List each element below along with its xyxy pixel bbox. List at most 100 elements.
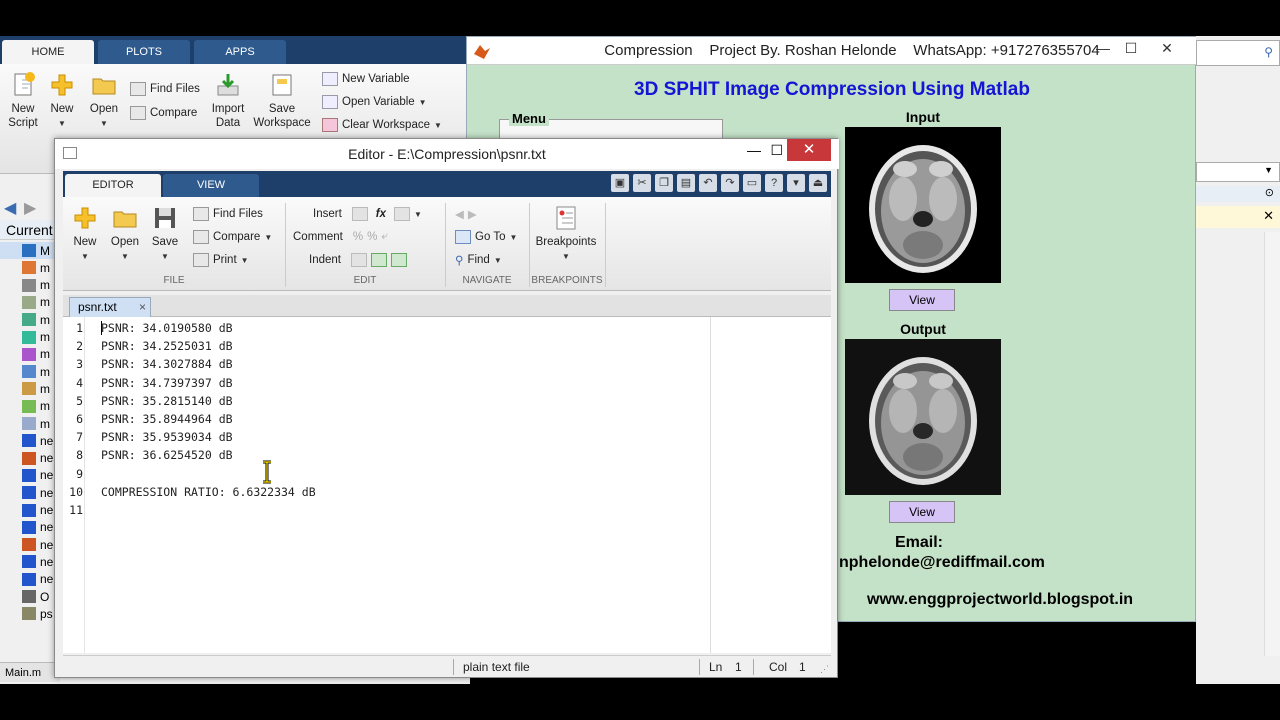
editor-title-bar: Editor - E:\Compression\psnr.txt — ☐ ✕ <box>55 139 839 169</box>
save-workspace-button[interactable]: Save Workspace <box>252 72 312 130</box>
find-button[interactable]: ⚲ Find ▼ <box>455 253 502 267</box>
import-data-button[interactable]: Import Data <box>208 72 248 130</box>
file-icon <box>22 313 36 327</box>
editor-find-files-button[interactable]: Find Files <box>193 207 263 221</box>
redo-icon[interactable]: ↷ <box>721 174 739 192</box>
comment-button[interactable]: Comment % % ⤶ <box>293 230 388 243</box>
close-icon[interactable]: ✕ <box>1263 208 1274 224</box>
line-number: 9 <box>76 466 83 481</box>
paste-icon[interactable]: ▤ <box>677 174 695 192</box>
forward-arrow-icon[interactable]: ▶ <box>468 207 477 221</box>
search-icon: ⚲ <box>1264 45 1273 59</box>
file-name: m <box>40 347 50 362</box>
editor-new-button[interactable]: New ▼ <box>69 205 101 264</box>
indent-button[interactable]: Indent <box>309 253 407 267</box>
smart-indent-icon <box>350 253 367 267</box>
close-button[interactable]: ✕ <box>1149 37 1185 59</box>
file-icon <box>22 399 36 413</box>
close-icon[interactable]: × <box>139 298 146 316</box>
maximize-button[interactable]: ☐ <box>770 139 783 161</box>
tab-editor[interactable]: EDITOR <box>65 174 161 197</box>
file-icon <box>22 347 36 361</box>
tab-plots[interactable]: PLOTS <box>98 40 190 64</box>
plus-icon <box>74 207 96 229</box>
close-button[interactable]: ✕ <box>787 139 831 161</box>
insert-section-icon <box>351 207 368 221</box>
new-variable-button[interactable]: New Variable <box>322 72 410 86</box>
forward-arrow-icon[interactable]: ▶ <box>24 198 36 218</box>
chevron-down-icon: ▼ <box>58 119 66 128</box>
panel-menu-icon[interactable]: ⊙ <box>1265 186 1274 199</box>
tab-view[interactable]: VIEW <box>163 174 259 197</box>
insert-button[interactable]: Insert fx ▼ <box>313 207 422 221</box>
open-variable-button[interactable]: Open Variable ▼ <box>322 95 427 109</box>
code-line: PSNR: 35.9539034 dB <box>101 430 233 445</box>
switch-windows-icon[interactable]: ▭ <box>743 174 761 192</box>
navigate-back-forward[interactable]: ◀ ▶ <box>455 207 477 221</box>
file-list-item[interactable]: M <box>0 242 60 259</box>
navigation-bar: ◀ ▶ <box>0 196 60 218</box>
chevron-down-icon: ▼ <box>161 252 169 261</box>
address-dropdown[interactable]: ▼ <box>1196 162 1280 182</box>
file-icon <box>22 520 36 534</box>
resize-grip-icon[interactable]: ⋰ <box>820 664 829 675</box>
maximize-button[interactable]: ☐ <box>1113 37 1149 59</box>
chevron-down-icon: ▼ <box>81 252 89 261</box>
new-script-button[interactable]: New Script <box>4 72 42 130</box>
file-icon <box>22 572 36 586</box>
file-name: ne <box>40 554 54 569</box>
go-to-button[interactable]: Go To ▼ <box>455 230 517 244</box>
editor-window: Editor - E:\Compression\psnr.txt — ☐ ✕ E… <box>54 138 839 678</box>
clear-workspace-button[interactable]: Clear Workspace ▼ <box>322 118 442 132</box>
chevron-down-icon: ▼ <box>264 232 273 242</box>
undo-icon[interactable]: ↶ <box>699 174 717 192</box>
fx-icon[interactable]: fx <box>376 208 386 220</box>
line-number: 11 <box>69 503 83 517</box>
undock-icon[interactable]: ⏏ <box>809 174 827 192</box>
save-icon[interactable]: ▣ <box>611 174 629 192</box>
file-name: ne <box>40 468 54 483</box>
editor-text-area[interactable]: 1 2 3 4 5 6 7 8 9 10 11 PSNR: 34.0190580 dB PSNR: 3… <box>63 317 831 653</box>
line-number: 7 <box>76 430 83 445</box>
file-name: m <box>40 278 50 293</box>
file-name: m <box>40 416 50 431</box>
tab-apps[interactable]: APPS <box>194 40 286 64</box>
file-icon <box>22 330 36 344</box>
cut-icon[interactable]: ✂ <box>633 174 651 192</box>
find-files-icon <box>193 207 209 221</box>
file-icon <box>22 295 36 309</box>
help-icon[interactable]: ? <box>765 174 783 192</box>
editor-open-button[interactable]: Open ▼ <box>107 205 143 264</box>
file-name: ne <box>40 433 54 448</box>
go-to-label: Go To <box>475 231 506 243</box>
output-image <box>845 339 1001 495</box>
folder-icon <box>113 211 137 228</box>
options-icon[interactable]: ▾ <box>787 174 805 192</box>
open-button[interactable]: Open ▼ <box>86 72 122 131</box>
back-arrow-icon[interactable]: ◀ <box>4 198 16 218</box>
chevron-down-icon: ▼ <box>493 255 502 265</box>
input-view-button[interactable]: View <box>889 289 955 311</box>
document-tab-psnr[interactable]: psnr.txt × <box>69 297 151 317</box>
file-icon <box>22 486 36 500</box>
scrollbar[interactable] <box>1264 232 1280 656</box>
editor-find-files-label: Find Files <box>213 208 263 220</box>
compare-button[interactable]: Compare <box>130 106 197 120</box>
breakpoints-label: Breakpoints <box>535 236 597 248</box>
minimize-button[interactable]: — <box>747 139 761 161</box>
breakpoints-button[interactable]: Breakpoints ▼ <box>531 205 601 264</box>
copy-icon[interactable]: ❐ <box>655 174 673 192</box>
search-field[interactable]: ⚲ <box>1196 40 1280 66</box>
editor-save-button[interactable]: Save ▼ <box>147 205 183 264</box>
find-files-button[interactable]: Find Files <box>130 82 200 96</box>
new-button[interactable]: New ▼ <box>46 72 78 131</box>
tab-home[interactable]: HOME <box>2 40 94 64</box>
chevron-down-icon: ▼ <box>434 120 442 130</box>
back-arrow-icon[interactable]: ◀ <box>455 207 464 221</box>
file-icon <box>22 434 36 448</box>
email-label: Email: <box>894 534 943 551</box>
output-view-button[interactable]: View <box>889 501 955 523</box>
editor-print-button[interactable]: Print ▼ <box>193 253 249 267</box>
new-variable-label: New Variable <box>342 73 410 85</box>
editor-compare-button[interactable]: Compare ▼ <box>193 230 272 244</box>
